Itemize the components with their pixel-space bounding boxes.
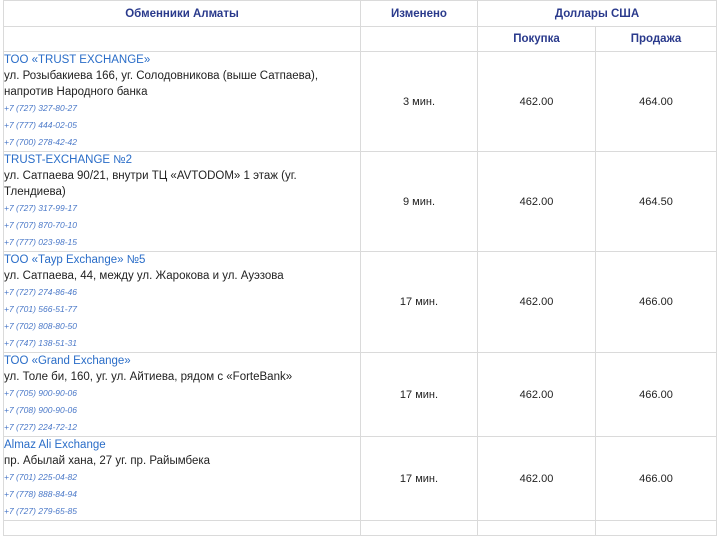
phone-link[interactable]: +7 (727) 279-65-85: [4, 503, 360, 520]
changed-time: 17 мин.: [360, 352, 478, 437]
phone-link[interactable]: +7 (705) 900-90-06: [4, 385, 360, 402]
phone-link[interactable]: +7 (747) 138-51-31: [4, 335, 360, 352]
changed-time: [360, 520, 478, 536]
changed-time: 9 мин.: [360, 151, 478, 252]
phone-link[interactable]: +7 (708) 900-90-06: [4, 402, 360, 419]
office-name-link[interactable]: ТОО «TRUST EXCHANGE»: [4, 52, 360, 68]
sell-rate: 464.50: [594, 151, 718, 252]
phone-link[interactable]: +7 (777) 023-98-15: [4, 234, 360, 251]
column-header-currency[interactable]: Доллары США: [476, 0, 718, 27]
buy-rate: 462.00: [477, 151, 596, 252]
changed-time: 17 мин.: [360, 251, 478, 353]
table-row: ТОО «Grand Exchange» ул. Толе би, 160, у…: [3, 352, 718, 437]
phone-link[interactable]: +7 (707) 870-70-10: [4, 217, 360, 234]
column-header-changed[interactable]: Изменено: [360, 0, 478, 27]
buy-rate: 462.00: [477, 51, 596, 152]
office-address: ул. Сатпаева 90/21, внутри ТЦ «AVTODOM» …: [4, 170, 297, 198]
office-address: ул. Сатпаева, 44, между ул. Жарокова и у…: [4, 270, 284, 282]
office-name-link[interactable]: Almaz Ali Exchange: [4, 437, 360, 453]
sell-rate: 466.00: [594, 251, 718, 353]
sell-rate: [594, 520, 718, 536]
phone-link[interactable]: +7 (727) 317-99-17: [4, 200, 360, 217]
office-cell: TRUST-EXCHANGE №2 ул. Сатпаева 90/21, вн…: [3, 151, 361, 252]
buy-rate: 462.00: [477, 251, 596, 353]
office-cell: ТОО «TRUST EXCHANGE» ул. Розыбакиева 166…: [3, 51, 361, 152]
sell-rate: 466.00: [594, 352, 718, 437]
phone-link[interactable]: +7 (702) 808-80-50: [4, 318, 360, 335]
phone-link[interactable]: +7 (700) 278-42-42: [4, 134, 360, 151]
office-address: пр. Абылай хана, 27 уг. пр. Райымбека: [4, 455, 211, 467]
empty-header-cell: [3, 26, 361, 52]
table-row: ТОО «TRUST EXCHANGE» ул. Розыбакиева 166…: [3, 51, 718, 152]
office-cell: [3, 520, 361, 536]
phone-link[interactable]: +7 (727) 327-80-27: [4, 100, 360, 117]
office-address: ул. Толе би, 160, уг. ул. Айтиева, рядом…: [4, 371, 293, 383]
buy-rate: [477, 520, 596, 536]
table-row: TRUST-EXCHANGE №2 ул. Сатпаева 90/21, вн…: [3, 151, 718, 252]
phone-link[interactable]: +7 (777) 444-02-05: [4, 117, 360, 134]
subheader-row: Покупка Продажа: [3, 26, 718, 52]
table-row: [3, 520, 718, 536]
sell-rate: 466.00: [594, 436, 718, 521]
office-name-link[interactable]: ТОО «Таур Exchange» №5: [4, 252, 360, 268]
buy-rate: 462.00: [477, 352, 596, 437]
office-name-link[interactable]: TRUST-EXCHANGE №2: [4, 152, 360, 168]
phone-link[interactable]: +7 (701) 225-04-82: [4, 469, 360, 486]
phone-link[interactable]: +7 (727) 224-72-12: [4, 419, 360, 436]
changed-time: 17 мин.: [360, 436, 478, 521]
table-row: Almaz Ali Exchange пр. Абылай хана, 27 у…: [3, 436, 718, 521]
office-cell: Almaz Ali Exchange пр. Абылай хана, 27 у…: [3, 436, 361, 521]
office-cell: ТОО «Таур Exchange» №5 ул. Сатпаева, 44,…: [3, 251, 361, 353]
office-cell: ТОО «Grand Exchange» ул. Толе би, 160, у…: [3, 352, 361, 437]
column-header-sell[interactable]: Продажа: [594, 26, 718, 52]
table-row: ТОО «Таур Exchange» №5 ул. Сатпаева, 44,…: [3, 251, 718, 353]
column-header-buy[interactable]: Покупка: [477, 26, 596, 52]
phone-link[interactable]: +7 (778) 888-84-94: [4, 486, 360, 503]
changed-time: 3 мин.: [360, 51, 478, 152]
buy-rate: 462.00: [477, 436, 596, 521]
phone-link[interactable]: +7 (727) 274-86-46: [4, 284, 360, 301]
office-address: ул. Розыбакиева 166, уг. Солодовникова (…: [4, 70, 319, 98]
exchange-rates-table: Обменники Алматы Изменено Доллары США По…: [3, 0, 718, 536]
empty-header-cell: [360, 26, 478, 52]
phone-link[interactable]: +7 (701) 566-51-77: [4, 301, 360, 318]
header-row: Обменники Алматы Изменено Доллары США: [3, 0, 718, 27]
office-name-link[interactable]: ТОО «Grand Exchange»: [4, 353, 360, 369]
column-header-office[interactable]: Обменники Алматы: [3, 0, 361, 27]
sell-rate: 464.00: [594, 51, 718, 152]
